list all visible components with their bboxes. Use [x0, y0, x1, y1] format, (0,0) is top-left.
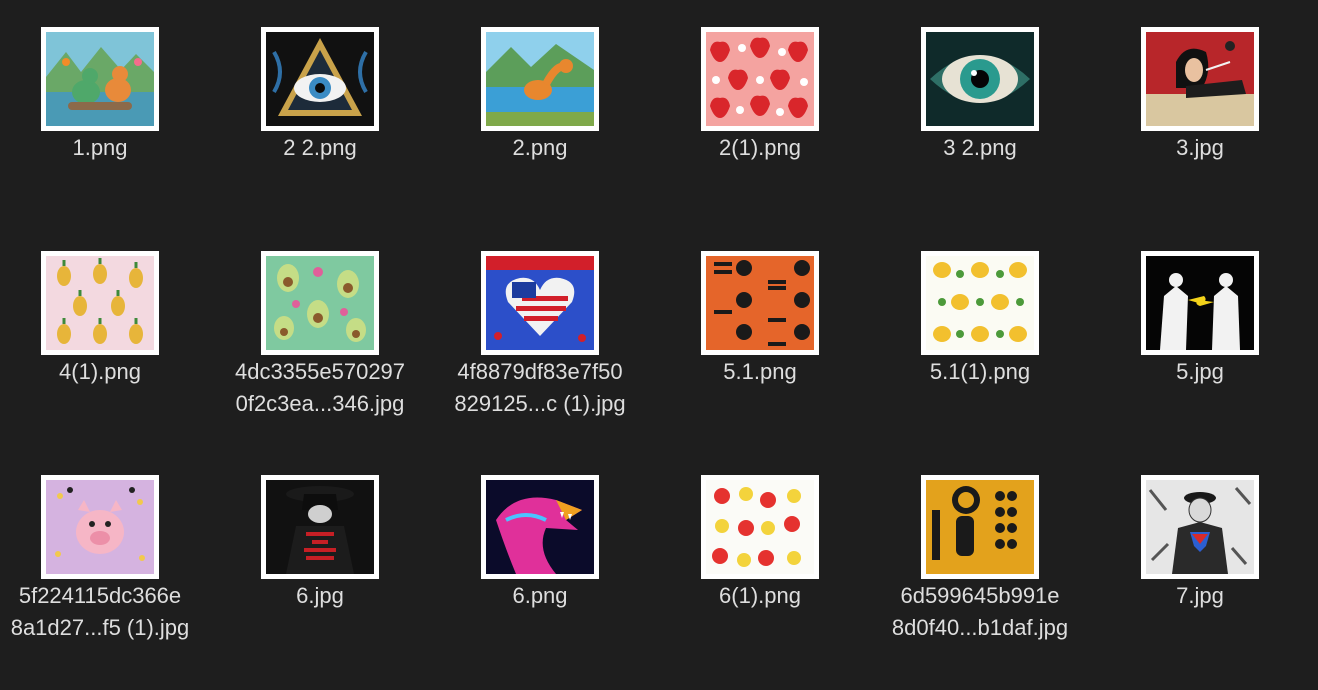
apple-pattern-thumbnail[interactable]	[701, 475, 819, 579]
file-name[interactable]: 2 2.png	[210, 132, 430, 164]
file-name[interactable]: 4f8879df83e7f50 829125...c (1).jpg	[430, 356, 650, 420]
file-item[interactable]: 4dc3355e570297 0f2c3ea...346.jpg	[220, 224, 440, 448]
file-item[interactable]: 7.jpg	[1100, 448, 1318, 672]
flag-heart-thumbnail[interactable]	[481, 251, 599, 355]
file-name[interactable]: 3.jpg	[1090, 132, 1310, 164]
neon-dinosaur-thumbnail[interactable]	[481, 475, 599, 579]
file-item[interactable]: 6(1).png	[660, 448, 880, 672]
avocado-pattern-thumbnail[interactable]	[261, 251, 379, 355]
file-item[interactable]: 6.png	[440, 448, 660, 672]
hooded-figure-thumbnail[interactable]	[261, 475, 379, 579]
file-item[interactable]: 5.1.png	[660, 224, 880, 448]
superhero-sketch-thumbnail[interactable]	[1141, 475, 1259, 579]
file-item[interactable]: 2.png	[440, 0, 660, 224]
file-item[interactable]: 5.jpg	[1100, 224, 1318, 448]
coffee-logo-thumbnail[interactable]	[921, 475, 1039, 579]
file-name[interactable]: 2.png	[430, 132, 650, 164]
file-name[interactable]: 5f224115dc366e 8a1d27...f5 (1).jpg	[0, 580, 210, 644]
file-item[interactable]: 2 2.png	[220, 0, 440, 224]
file-name[interactable]: 5.jpg	[1090, 356, 1310, 388]
pineapple-pattern-thumbnail[interactable]	[41, 251, 159, 355]
file-name[interactable]: 1.png	[0, 132, 210, 164]
file-item[interactable]: 1.png	[0, 0, 220, 224]
mango-pattern-thumbnail[interactable]	[921, 251, 1039, 355]
pig-thumbnail[interactable]	[41, 475, 159, 579]
file-name[interactable]: 7.jpg	[1090, 580, 1310, 612]
strawberry-pattern-thumbnail[interactable]	[701, 27, 819, 131]
eye-triangle-thumbnail[interactable]	[261, 27, 379, 131]
file-item[interactable]: 6.jpg	[220, 448, 440, 672]
file-item[interactable]: 4f8879df83e7f50 829125...c (1).jpg	[440, 224, 660, 448]
file-item[interactable]: 5.1(1).png	[880, 224, 1100, 448]
file-name[interactable]: 4(1).png	[0, 356, 210, 388]
eye-closeup-thumbnail[interactable]	[921, 27, 1039, 131]
file-name[interactable]: 3 2.png	[870, 132, 1090, 164]
file-name[interactable]: 5.1(1).png	[870, 356, 1090, 388]
file-item[interactable]: 2(1).png	[660, 0, 880, 224]
halloween-pattern-thumbnail[interactable]	[701, 251, 819, 355]
file-item[interactable]: 6d599645b991e 8d0f40...b1daf.jpg	[880, 448, 1100, 672]
file-item[interactable]: 5f224115dc366e 8a1d27...f5 (1).jpg	[0, 448, 220, 672]
file-name[interactable]: 6d599645b991e 8d0f40...b1daf.jpg	[870, 580, 1090, 644]
dinosaur-thumbnail[interactable]	[41, 27, 159, 131]
file-name[interactable]: 6.png	[430, 580, 650, 612]
file-item[interactable]: 3.jpg	[1100, 0, 1318, 224]
file-item[interactable]: 3 2.png	[880, 0, 1100, 224]
file-name[interactable]: 4dc3355e570297 0f2c3ea...346.jpg	[210, 356, 430, 420]
woman-poster-thumbnail[interactable]	[1141, 27, 1259, 131]
file-grid: 1.png 2 2.png 2.png 2(1).png 3 2.png 3.j…	[0, 0, 1318, 690]
file-item[interactable]: 4(1).png	[0, 224, 220, 448]
file-name[interactable]: 6(1).png	[650, 580, 870, 612]
file-name[interactable]: 2(1).png	[650, 132, 870, 164]
file-name[interactable]: 6.jpg	[210, 580, 430, 612]
two-figures-thumbnail[interactable]	[1141, 251, 1259, 355]
dinosaur-lake-thumbnail[interactable]	[481, 27, 599, 131]
file-name[interactable]: 5.1.png	[650, 356, 870, 388]
